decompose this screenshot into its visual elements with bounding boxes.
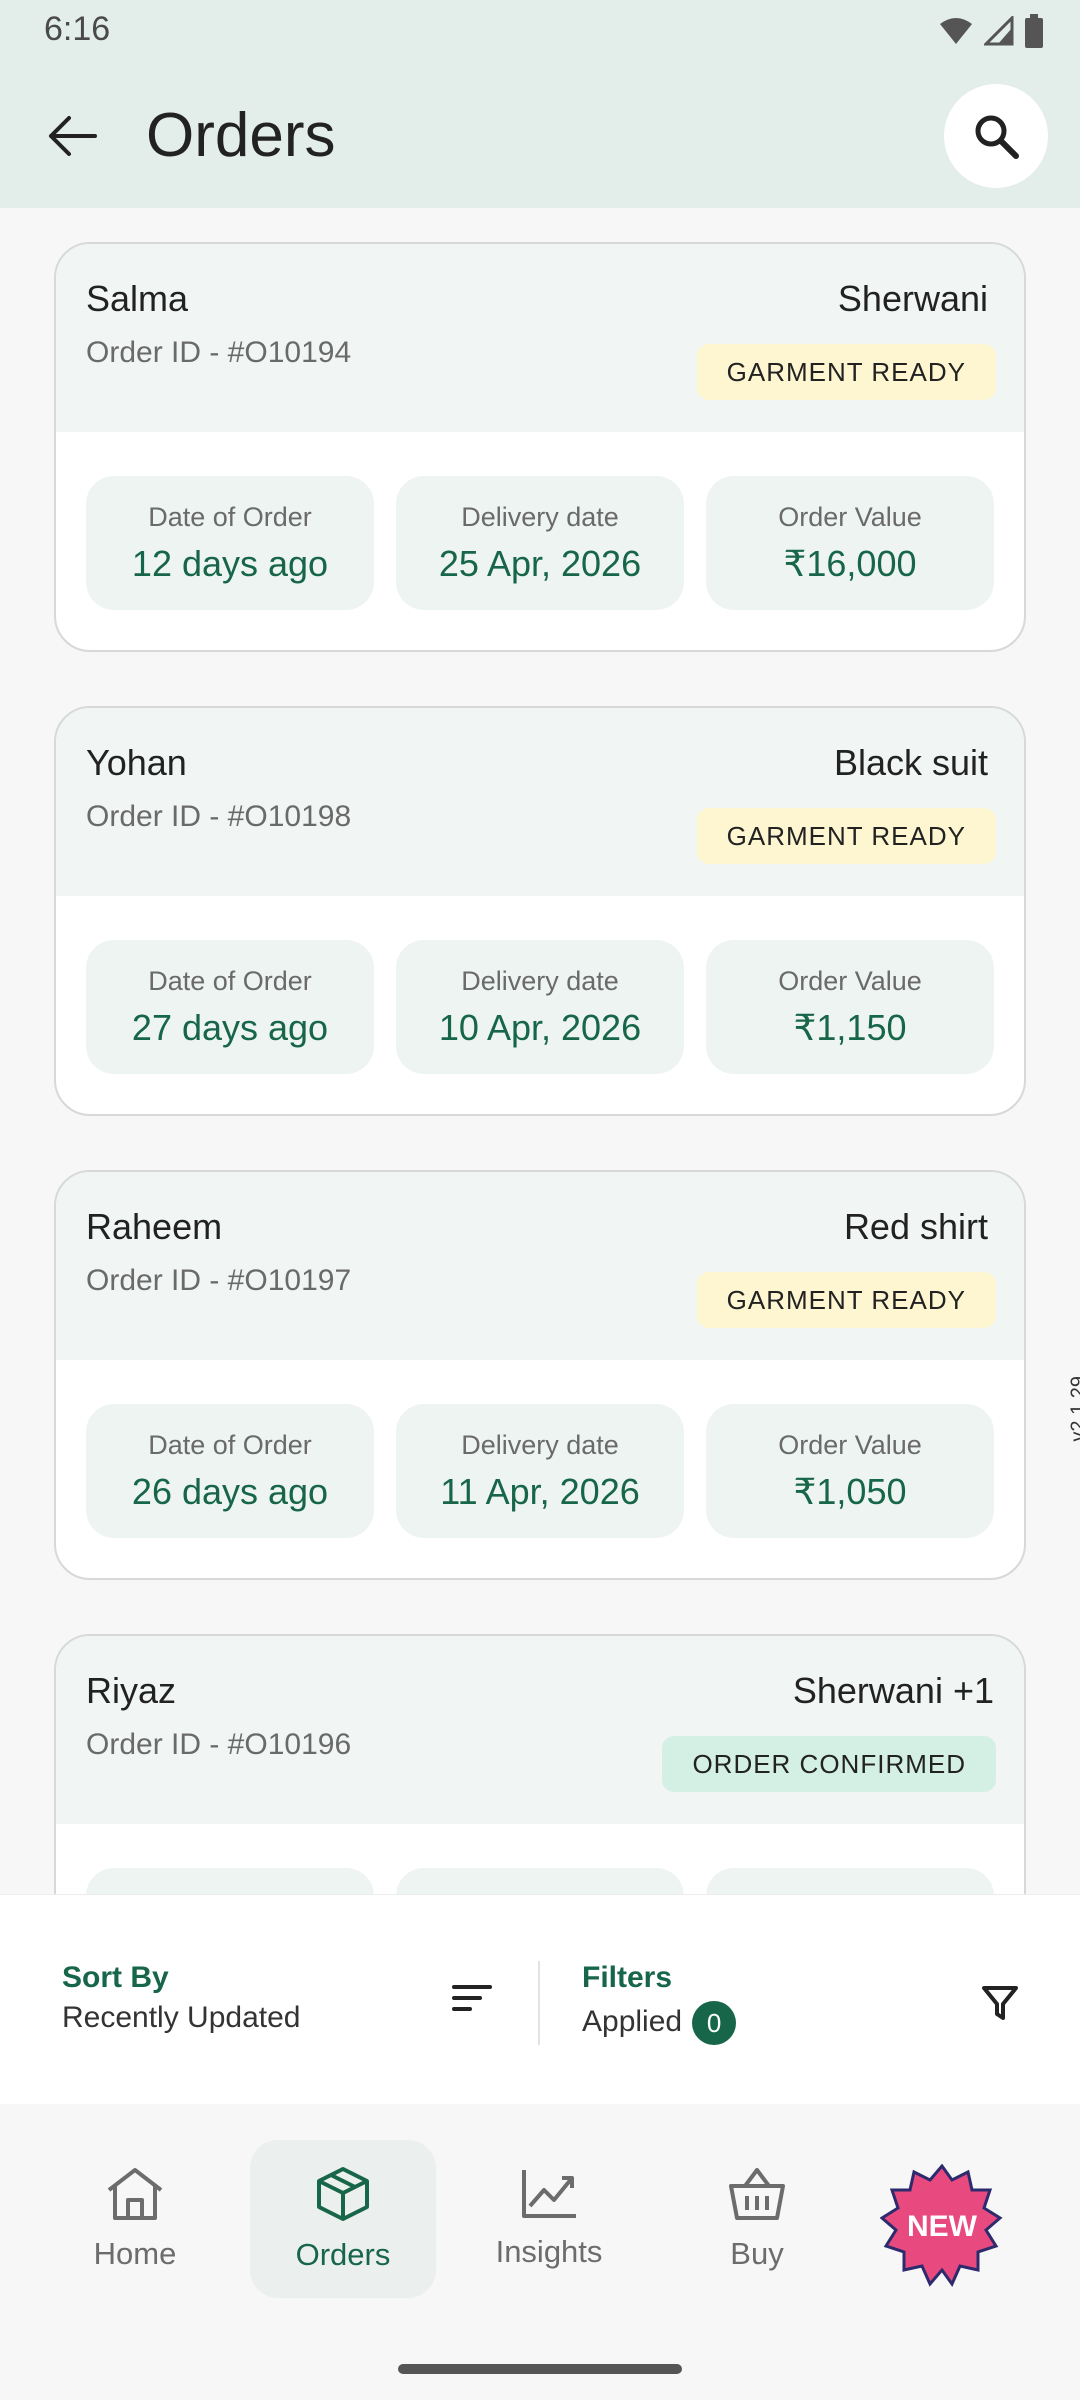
order-card[interactable]: Salma Order ID - #O10194 Sherwani GARMEN… (54, 242, 1026, 652)
order-card[interactable]: Raheem Order ID - #O10197 Red shirt GARM… (54, 1170, 1026, 1580)
wifi-icon (940, 18, 972, 44)
filters-title: Filters (582, 1961, 673, 1994)
search-button[interactable] (944, 84, 1048, 188)
nav-home[interactable]: Home (42, 2140, 228, 2298)
version-label: v2.1.29 (1068, 1376, 1080, 1442)
filter-count-badge: 0 (692, 2001, 737, 2045)
order-value: Order Value ₹1,050 (706, 1404, 994, 1538)
nav-insights[interactable]: Insights (456, 2140, 642, 2298)
order-id: Order ID - #O10194 (86, 336, 352, 369)
search-icon (975, 115, 1019, 159)
order-card-header: Salma Order ID - #O10194 Sherwani GARMEN… (56, 244, 1024, 432)
date-of-order: Date of Order 12 days ago (86, 476, 374, 610)
nav-orders[interactable]: Orders (250, 2140, 436, 2298)
customer-name: Raheem (86, 1206, 223, 1247)
order-card-header: Yohan Order ID - #O10198 Black suit GARM… (56, 708, 1024, 896)
page-title: Orders (146, 101, 336, 170)
status-badge: GARMENT READY (696, 1272, 996, 1328)
back-button[interactable] (36, 100, 108, 172)
order-value: Order Value ₹1,150 (706, 940, 994, 1074)
nav-buy[interactable]: Buy (664, 2140, 850, 2298)
date-of-order: Date of Order 27 days ago (86, 940, 374, 1074)
order-id: Order ID - #O10198 (86, 800, 352, 833)
sort-by-button[interactable]: Sort By Recently Updated (62, 1961, 300, 2035)
delivery-date (396, 1868, 684, 1894)
order-card[interactable]: Riyaz Order ID - #O10196 Sherwani +1 ORD… (54, 1634, 1026, 1894)
basket-icon (729, 2168, 785, 2220)
order-card-header: Riyaz Order ID - #O10196 Sherwani +1 ORD… (56, 1636, 1024, 1824)
status-badge: GARMENT READY (696, 808, 996, 864)
sort-icon[interactable] (452, 1983, 492, 2013)
app-header: 6:16 Orders (0, 0, 1080, 208)
order-id: Order ID - #O10196 (86, 1728, 352, 1761)
filter-icon[interactable] (982, 1985, 1018, 2021)
order-id: Order ID - #O10197 (86, 1264, 352, 1297)
divider (538, 1961, 540, 2045)
arrow-left-icon (49, 116, 97, 156)
date-of-order: Date of Order 26 days ago (86, 1404, 374, 1538)
status-badge: ORDER CONFIRMED (662, 1736, 996, 1792)
filters-value: Applied 0 (582, 2001, 737, 2045)
garment-name: Black suit (833, 742, 988, 783)
sort-value: Recently Updated (62, 2001, 301, 2034)
status-time: 6:16 (44, 10, 111, 48)
signal-icon (984, 16, 1014, 46)
home-indicator[interactable] (398, 2364, 682, 2374)
customer-name: Riyaz (86, 1670, 177, 1711)
delivery-date: Delivery date 10 Apr, 2026 (396, 940, 684, 1074)
sort-title: Sort By (62, 1961, 169, 1994)
new-badge-label: NEW (907, 2210, 978, 2243)
status-icons (938, 14, 1044, 48)
order-card[interactable]: Yohan Order ID - #O10198 Black suit GARM… (54, 706, 1026, 1116)
garment-name: Red shirt (843, 1206, 988, 1247)
new-starburst-icon: NEW (879, 2163, 1003, 2288)
status-badge: GARMENT READY (696, 344, 996, 400)
garment-name: Sherwani (837, 278, 988, 319)
delivery-date: Delivery date 11 Apr, 2026 (396, 1404, 684, 1538)
customer-name: Yohan (86, 742, 187, 783)
bottom-navigation: Home Orders Insights Buy NEW (0, 2104, 1080, 2400)
order-card-header: Raheem Order ID - #O10197 Red shirt GARM… (56, 1172, 1024, 1360)
order-value: Order Value ₹16,000 (706, 476, 994, 610)
customer-name: Salma (86, 278, 189, 319)
delivery-date: Delivery date 25 Apr, 2026 (396, 476, 684, 610)
order-value (706, 1868, 994, 1894)
chart-icon (522, 2170, 576, 2218)
sort-filter-bar: Sort By Recently Updated Filters Applied… (0, 1894, 1080, 2104)
orders-list[interactable]: Salma Order ID - #O10194 Sherwani GARMEN… (0, 208, 1080, 1894)
filters-button[interactable]: Filters Applied 0 (582, 1961, 737, 2045)
home-icon (107, 2168, 163, 2220)
new-feature-badge[interactable]: NEW (879, 2163, 1004, 2293)
battery-icon (1025, 14, 1043, 48)
date-of-order (86, 1868, 374, 1894)
package-icon (317, 2167, 369, 2221)
garment-name: Sherwani +1 (792, 1670, 994, 1711)
